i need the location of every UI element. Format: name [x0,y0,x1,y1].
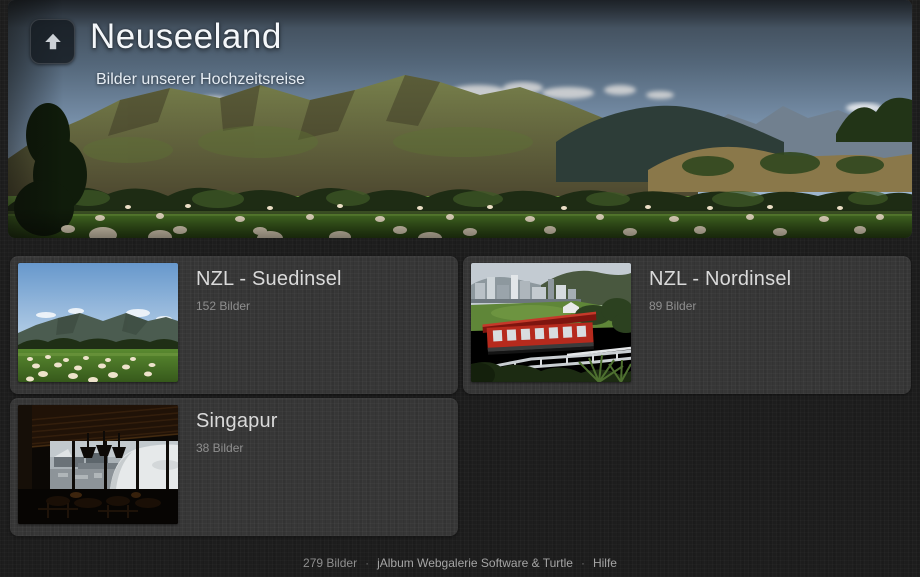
album-title: Singapur [196,410,278,433]
album-thumbnail-cable-car [471,263,631,382]
album-info: NZL - Nordinsel 89 Bilder [649,263,791,386]
album-thumbnail-airport [18,405,178,524]
album-image-count: 89 Bilder [649,299,791,313]
album-thumbnail-sheep-meadow [18,263,178,382]
page-subtitle: Bilder unserer Hochzeitsreise [96,71,305,89]
album-grid: NZL - Suedinsel 152 Bilder [10,256,911,536]
album-card-nordinsel[interactable]: NZL - Nordinsel 89 Bilder [463,256,911,394]
up-navigation-button[interactable] [30,19,75,64]
album-image-count: 38 Bilder [196,441,278,455]
album-card-suedinsel[interactable]: NZL - Suedinsel 152 Bilder [10,256,458,394]
album-card-singapur[interactable]: Singapur 38 Bilder [10,398,458,536]
footer-total-count: 279 Bilder [303,556,357,570]
footer-software-link[interactable]: jAlbum Webgalerie Software & Turtle [377,556,573,570]
album-info: NZL - Suedinsel 152 Bilder [196,263,342,386]
hero-header: Neuseeland Bilder unserer Hochzeitsreise [8,0,912,238]
footer-separator: · [581,556,585,570]
album-title: NZL - Nordinsel [649,268,791,291]
up-arrow-icon [42,30,64,53]
footer: 279 Bilder · jAlbum Webgalerie Software & … [0,556,920,570]
footer-separator: · [365,556,369,570]
album-title: NZL - Suedinsel [196,268,342,291]
footer-help-link[interactable]: Hilfe [593,556,617,570]
album-info: Singapur 38 Bilder [196,405,278,528]
album-image-count: 152 Bilder [196,299,342,313]
page-title: Neuseeland [90,17,282,57]
